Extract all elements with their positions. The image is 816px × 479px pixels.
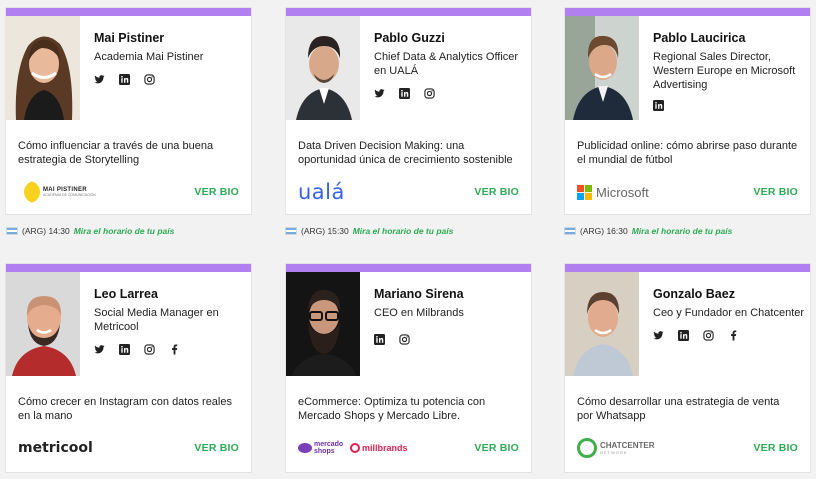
talk-title: Cómo crecer en Instagram con datos reale… xyxy=(18,396,232,422)
speaker-name: Pablo Guzzi xyxy=(374,31,445,45)
millbrands-icon xyxy=(350,443,360,453)
chat-bubble-icon xyxy=(577,438,597,458)
twitter-icon[interactable] xyxy=(653,330,664,341)
schedule-link[interactable]: Mira el horario de tu país xyxy=(353,226,454,236)
mercado-shops-icon xyxy=(298,443,312,453)
speaker-photo xyxy=(565,16,639,120)
linkedin-icon[interactable] xyxy=(399,88,410,99)
speaker-card: Mariano Sirena CEO en Milbrands eCommerc… xyxy=(285,263,532,473)
argentina-flag-icon xyxy=(564,227,576,235)
schedule-link[interactable]: Mira el horario de tu país xyxy=(74,226,175,236)
linkedin-icon[interactable] xyxy=(119,74,130,85)
speaker-role: Ceo y Fundador en Chatcenter xyxy=(653,307,805,319)
speaker-role: Chief Data & Analytics Officer en UALÁ xyxy=(374,51,519,77)
instagram-icon[interactable] xyxy=(399,334,410,345)
speaker-card: Mai Pistiner Academia Mai Pistiner Cómo … xyxy=(5,7,252,215)
accent-bar xyxy=(286,264,531,272)
schedule-line: (ARG) 16:30 Mira el horario de tu país xyxy=(564,226,732,236)
speaker-photo xyxy=(565,272,639,376)
argentina-flag-icon xyxy=(6,227,18,235)
talk-title: Data Driven Decision Making: una oportun… xyxy=(298,140,513,166)
speaker-name: Pablo Laucirica xyxy=(653,31,746,45)
company-logo: metricool xyxy=(18,440,93,456)
facebook-icon[interactable] xyxy=(728,330,739,341)
speaker-name: Mai Pistiner xyxy=(94,31,165,45)
speaker-photo xyxy=(286,16,360,120)
schedule-link[interactable]: Mira el horario de tu país xyxy=(632,226,733,236)
social-links xyxy=(653,330,810,341)
speaker-role: Regional Sales Director, Western Europe … xyxy=(653,51,796,91)
session-time: (ARG) 14:30 xyxy=(22,226,70,236)
speaker-name: Leo Larrea xyxy=(94,287,158,301)
instagram-icon[interactable] xyxy=(144,344,155,355)
speaker-name: Gonzalo Baez xyxy=(653,287,735,301)
microsoft-logo-icon xyxy=(577,184,592,200)
speaker-photo xyxy=(6,272,80,376)
instagram-icon[interactable] xyxy=(144,74,155,85)
session-time: (ARG) 16:30 xyxy=(580,226,628,236)
accent-bar xyxy=(286,8,531,16)
accent-bar xyxy=(565,264,810,272)
schedule-line: (ARG) 14:30 Mira el horario de tu país xyxy=(6,226,174,236)
twitter-icon[interactable] xyxy=(374,88,385,99)
company-logo: mercado shops millbrands xyxy=(298,441,408,455)
linkedin-icon[interactable] xyxy=(374,334,385,345)
twitter-icon[interactable] xyxy=(94,344,105,355)
social-links xyxy=(653,100,810,111)
schedule-line: (ARG) 15:30 Mira el horario de tu país xyxy=(285,226,453,236)
speaker-card: Pablo Guzzi Chief Data & Analytics Offic… xyxy=(285,7,532,215)
twitter-icon[interactable] xyxy=(94,74,105,85)
company-logo: ualá xyxy=(298,180,345,204)
speaker-role: CEO en Milbrands xyxy=(374,307,464,319)
speaker-role: Academia Mai Pistiner xyxy=(94,51,204,63)
ver-bio-button[interactable]: VER BIO xyxy=(753,186,798,198)
speaker-role: Social Media Manager en Metricool xyxy=(94,307,219,333)
linkedin-icon[interactable] xyxy=(653,100,664,111)
speaker-card: Pablo Laucirica Regional Sales Director,… xyxy=(564,7,811,215)
argentina-flag-icon xyxy=(285,227,297,235)
social-links xyxy=(374,88,531,99)
talk-title: eCommerce: Optimiza tu potencia con Merc… xyxy=(298,396,486,422)
talk-title: Cómo desarrollar una estrategia de venta… xyxy=(577,396,780,422)
speaker-card: Gonzalo Baez Ceo y Fundador en Chatcente… xyxy=(564,263,811,473)
ver-bio-button[interactable]: VER BIO xyxy=(474,186,519,198)
accent-bar xyxy=(6,8,251,16)
speaker-card: Leo Larrea Social Media Manager en Metri… xyxy=(5,263,252,473)
moon-logo-icon xyxy=(18,181,40,203)
social-links xyxy=(94,74,251,85)
ver-bio-button[interactable]: VER BIO xyxy=(194,186,239,198)
linkedin-icon[interactable] xyxy=(119,344,130,355)
ver-bio-button[interactable]: VER BIO xyxy=(194,442,239,454)
instagram-icon[interactable] xyxy=(703,330,714,341)
linkedin-icon[interactable] xyxy=(678,330,689,341)
talk-title: Publicidad online: cómo abrirse paso dur… xyxy=(577,140,798,166)
facebook-icon[interactable] xyxy=(169,344,180,355)
social-links xyxy=(94,344,251,355)
accent-bar xyxy=(565,8,810,16)
company-logo: MAI PISTINER ACADEMIA DE COMUNICACIÓN xyxy=(18,181,96,203)
ver-bio-button[interactable]: VER BIO xyxy=(753,442,798,454)
company-logo: Microsoft xyxy=(577,184,649,200)
instagram-icon[interactable] xyxy=(424,88,435,99)
accent-bar xyxy=(6,264,251,272)
speaker-photo xyxy=(6,16,80,120)
company-logo: CHATCENTER NETWORK xyxy=(577,438,655,458)
speaker-name: Mariano Sirena xyxy=(374,287,464,301)
session-time: (ARG) 15:30 xyxy=(301,226,349,236)
talk-title: Cómo influenciar a través de una buena e… xyxy=(18,140,214,166)
ver-bio-button[interactable]: VER BIO xyxy=(474,442,519,454)
social-links xyxy=(374,334,531,345)
speaker-photo xyxy=(286,272,360,376)
